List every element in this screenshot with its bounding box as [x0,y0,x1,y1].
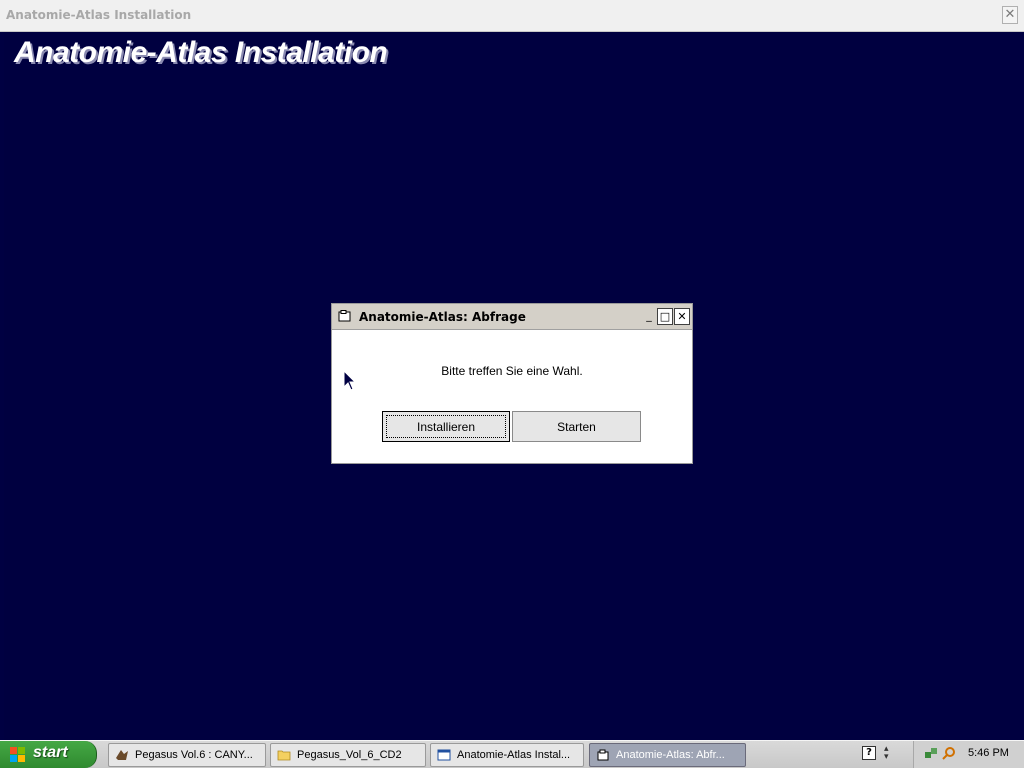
start-button[interactable]: start [0,741,97,768]
main-window-title: Anatomie-Atlas Installation [6,8,192,22]
close-icon[interactable]: ✕ [674,308,690,325]
focus-rectangle [386,415,506,438]
taskbar-item-query-dialog[interactable]: Anatomie-Atlas: Abfr... [589,743,746,767]
minimize-icon[interactable]: _ [641,308,657,325]
network-icon[interactable] [924,746,938,760]
taskbar-item-label: Pegasus Vol.6 : CANY... [135,749,253,761]
main-close-icon[interactable]: ✕ [1002,6,1018,24]
taskbar-item-installer[interactable]: Anatomie-Atlas Instal... [430,743,584,767]
help-icon[interactable]: ? [862,746,876,760]
clock[interactable]: 5:46 PM [968,747,1009,759]
taskbar-item-label: Anatomie-Atlas Instal... [457,749,571,761]
game-icon [116,750,128,760]
taskbar-item-label: Pegasus_Vol_6_CD2 [297,749,402,761]
window-icon [437,749,451,761]
install-button[interactable]: Installieren [382,411,510,442]
mouse-cursor-icon [343,370,357,391]
dialog-title-bar[interactable]: Anatomie-Atlas: Abfrage _ □ ✕ [332,304,692,330]
search-icon[interactable] [942,746,956,760]
maximize-icon[interactable]: □ [657,308,673,325]
query-dialog: Anatomie-Atlas: Abfrage _ □ ✕ Bitte tref… [331,303,693,464]
taskbar-item-folder[interactable]: Pegasus_Vol_6_CD2 [270,743,426,767]
taskbar: start Pegasus Vol.6 : CANY... Pegasus_Vo… [0,740,1024,768]
taskbar-item-pegasus-game[interactable]: Pegasus Vol.6 : CANY... [108,743,266,767]
folder-icon [277,750,291,761]
start-program-button[interactable]: Starten [512,411,641,442]
dialog-title: Anatomie-Atlas: Abfrage [359,310,526,324]
start-program-button-label: Starten [557,419,596,434]
tray-expand-icon[interactable]: ▴ ▾ [884,745,896,763]
start-label: start [33,744,68,761]
app-icon [597,749,609,761]
main-title-bar[interactable]: Anatomie-Atlas Installation ✕ [0,0,1024,32]
windows-flag-icon [10,747,25,762]
installer-banner-title: Anatomie-Atlas Installation [14,36,388,69]
dialog-app-icon [338,310,351,322]
dialog-message: Bitte treffen Sie eine Wahl. [441,364,583,378]
taskbar-item-label: Anatomie-Atlas: Abfr... [616,749,725,761]
system-tray: 5:46 PM [913,741,1024,768]
